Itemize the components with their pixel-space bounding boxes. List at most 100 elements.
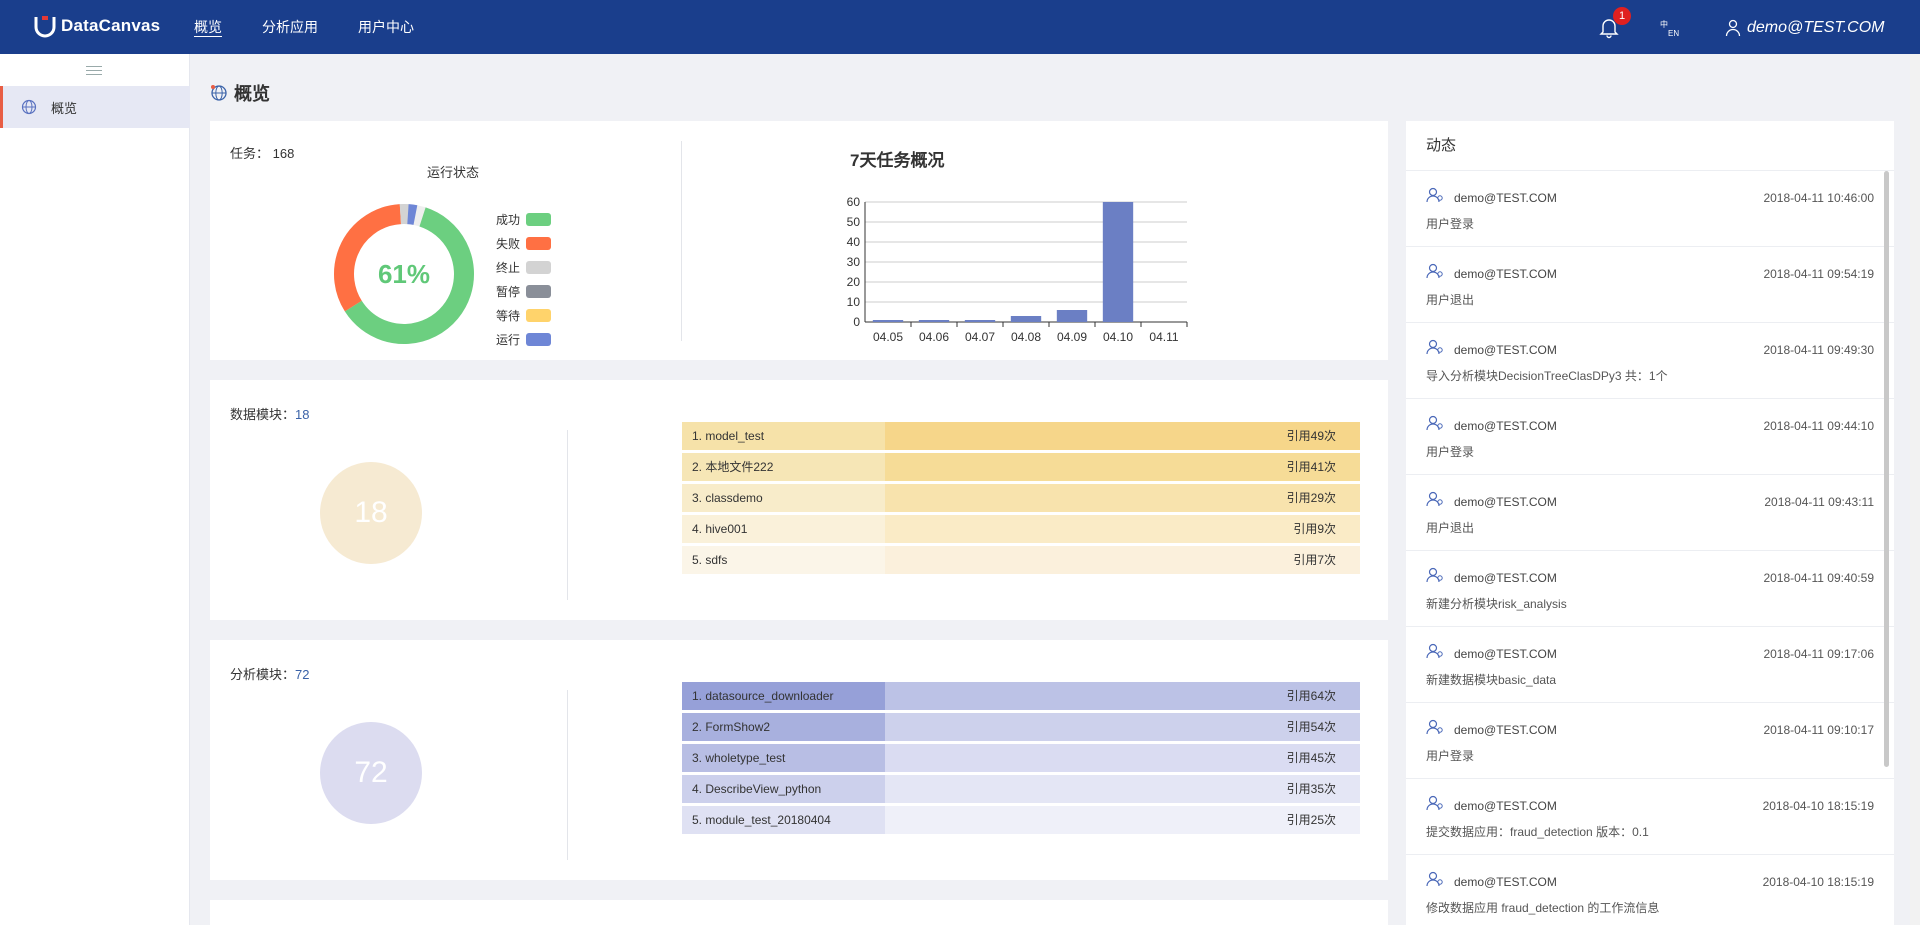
analysis-module-count: 分析模块：72 [230, 664, 309, 683]
legend-item[interactable]: 暂停 [496, 279, 552, 303]
x-tick-label: 04.11 [1149, 330, 1178, 344]
page-scrollbar[interactable] [1910, 54, 1920, 925]
activity-action: 新建分析模块risk_analysis [1426, 597, 1567, 611]
data-module-value: 18 [295, 407, 310, 422]
ranking-row[interactable]: 1. model_test 引用49次 [682, 422, 1360, 450]
x-tick-label: 04.08 [1011, 330, 1041, 344]
activity-user: demo@TEST.COM [1454, 723, 1557, 737]
activity-scrollbar[interactable] [1884, 171, 1889, 767]
user-icon [1426, 491, 1443, 507]
data-module-count: 数据模块：18 [230, 404, 309, 423]
x-tick-label: 04.06 [919, 330, 949, 344]
activity-user: demo@TEST.COM [1454, 495, 1557, 509]
bar[interactable] [964, 320, 996, 322]
ranking-count: 引用29次 [885, 484, 1360, 512]
activity-item: demo@TEST.COM 2018-04-11 09:44:10 用户登录 [1406, 399, 1894, 475]
legend-label: 终止 [496, 260, 521, 275]
user-menu[interactable]: demo@TEST.COM [1725, 19, 1884, 37]
ranking-count: 引用25次 [885, 806, 1360, 834]
globe-icon [211, 85, 227, 101]
ranking-name: 4. hive001 [682, 515, 885, 543]
legend-item[interactable]: 成功 [496, 207, 552, 231]
ranking-name: 1. model_test [682, 422, 885, 450]
user-icon [1426, 643, 1443, 659]
app-logo[interactable]: DataCanvas [33, 14, 160, 38]
activity-item: demo@TEST.COM 2018-04-10 18:15:19 修改数据应用 f… [1406, 855, 1894, 925]
ranking-row[interactable]: 1. datasource_downloader 引用64次 [682, 682, 1360, 710]
legend-item[interactable]: 失败 [496, 231, 552, 255]
legend-item[interactable]: 运行 [496, 327, 552, 351]
legend-item[interactable]: 等待 [496, 303, 552, 327]
ranking-row[interactable]: 4. DescribeView_python 引用35次 [682, 775, 1360, 803]
activity-user: demo@TEST.COM [1454, 191, 1557, 205]
ranking-name: 3. wholetype_test [682, 744, 885, 772]
activity-time: 2018-04-11 09:54:19 [1763, 267, 1874, 281]
top-nav-bar: DataCanvas 概览 分析应用 用户中心 1 中 EN demo@TEST… [0, 0, 1920, 54]
user-icon [1426, 795, 1443, 811]
ranking-row[interactable]: 5. sdfs 引用7次 [682, 546, 1360, 574]
activity-title: 动态 [1406, 121, 1894, 171]
task-count: 任务： 168 [230, 143, 294, 162]
activity-action: 修改数据应用 fraud_detection 的工作流信息 [1426, 901, 1660, 915]
ranking-count: 引用64次 [885, 682, 1360, 710]
ranking-name: 5. sdfs [682, 546, 885, 574]
logo-icon [34, 16, 56, 38]
globe-icon [21, 99, 37, 115]
x-tick-label: 04.05 [873, 330, 903, 344]
legend-label: 等待 [496, 308, 521, 323]
bar[interactable] [872, 320, 904, 322]
y-tick-label: 0 [853, 315, 860, 329]
user-icon [1426, 187, 1443, 203]
next-card [210, 900, 1388, 925]
data-module-label: 数据模块： [230, 407, 296, 422]
ranking-row[interactable]: 4. hive001 引用9次 [682, 515, 1360, 543]
activity-user: demo@TEST.COM [1454, 875, 1557, 889]
x-tick-label: 04.09 [1057, 330, 1087, 344]
activity-item: demo@TEST.COM 2018-04-11 09:17:06 新建数据模块ba… [1406, 627, 1894, 703]
activity-action: 用户登录 [1426, 445, 1475, 459]
divider [567, 690, 568, 860]
y-tick-label: 60 [847, 195, 861, 209]
x-tick-label: 04.07 [965, 330, 995, 344]
task-count-label: 任务： [230, 146, 270, 161]
legend-item[interactable]: 终止 [496, 255, 552, 279]
legend-label: 失败 [496, 236, 521, 251]
bar[interactable] [1056, 310, 1088, 322]
y-tick-label: 10 [847, 295, 861, 309]
legend-swatch [526, 236, 552, 250]
nav-analysis-apps[interactable]: 分析应用 [262, 0, 318, 54]
legend-swatch [526, 308, 552, 322]
ranking-row[interactable]: 3. wholetype_test 引用45次 [682, 744, 1360, 772]
main-nav: 概览 分析应用 用户中心 [194, 0, 454, 54]
run-status-title: 运行状态 [427, 165, 480, 180]
bar[interactable] [1010, 316, 1042, 322]
ranking-count: 引用49次 [885, 422, 1360, 450]
user-icon [1725, 19, 1741, 37]
menu-toggle-icon[interactable] [86, 66, 102, 76]
activity-time: 2018-04-11 09:44:10 [1763, 419, 1874, 433]
activity-item: demo@TEST.COM 2018-04-10 18:15:19 提交数据应用：f… [1406, 779, 1894, 855]
activity-time: 2018-04-11 09:49:30 [1763, 343, 1874, 357]
activity-time: 2018-04-11 09:17:06 [1763, 647, 1874, 661]
user-icon [1426, 263, 1443, 279]
ranking-row[interactable]: 2. 本地文件222 引用41次 [682, 453, 1360, 481]
analysis-module-circle: 72 [320, 722, 422, 824]
activity-user: demo@TEST.COM [1454, 799, 1557, 813]
ranking-row[interactable]: 5. module_test_20180404 引用25次 [682, 806, 1360, 834]
bar[interactable] [1102, 202, 1134, 322]
language-switch[interactable]: 中 EN [1660, 20, 1682, 38]
nav-overview[interactable]: 概览 [194, 0, 222, 54]
activity-user: demo@TEST.COM [1454, 343, 1557, 357]
ranking-name: 2. FormShow2 [682, 713, 885, 741]
ranking-row[interactable]: 2. FormShow2 引用54次 [682, 713, 1360, 741]
activity-item: demo@TEST.COM 2018-04-11 09:10:17 用户登录 [1406, 703, 1894, 779]
ranking-name: 4. DescribeView_python [682, 775, 885, 803]
legend-swatch [526, 212, 552, 226]
donut-percent: 61% [377, 259, 431, 289]
bar[interactable] [918, 320, 950, 322]
ranking-row[interactable]: 3. classdemo 引用29次 [682, 484, 1360, 512]
nav-user-center[interactable]: 用户中心 [358, 0, 414, 54]
ranking-count: 引用41次 [885, 453, 1360, 481]
sidebar-item-overview[interactable]: 概览 [0, 86, 190, 128]
activity-panel: 动态 demo@TEST.COM 2018-04-11 10:46:00 用户登录 d… [1406, 121, 1894, 925]
